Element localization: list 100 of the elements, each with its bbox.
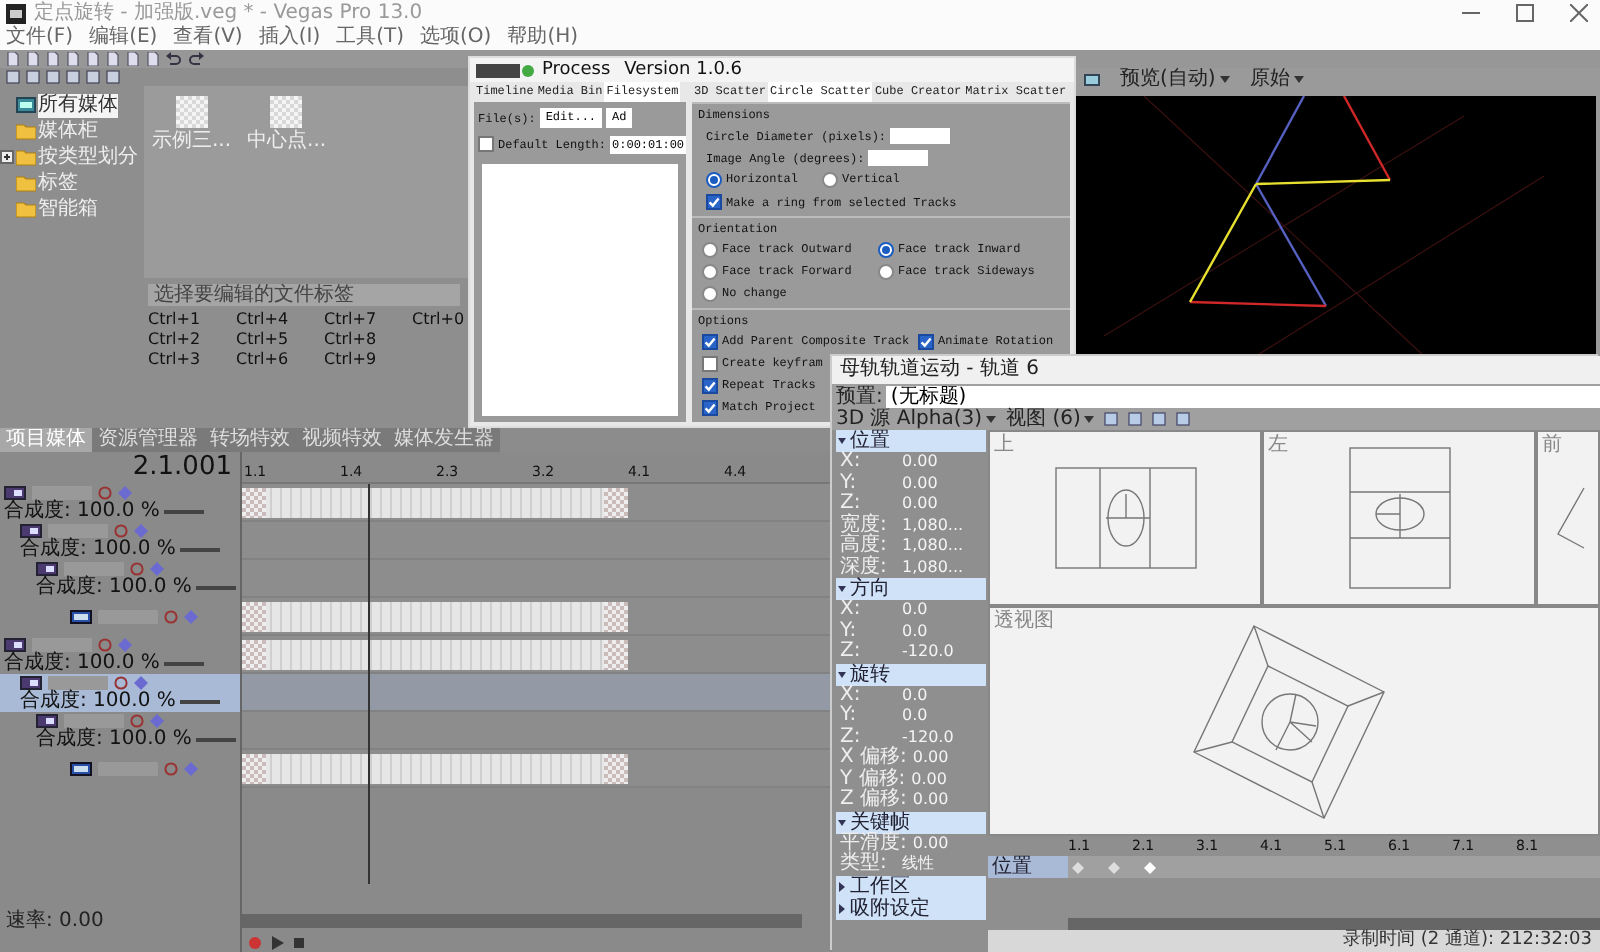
property-label: Z:: [840, 642, 863, 663]
track-header[interactable]: 合成度: 100.0 %: [0, 674, 240, 712]
opacity-label: 合成度: 100.0 %: [20, 538, 176, 560]
menu-item[interactable]: 插入(I): [258, 26, 321, 50]
shortcut-label: Ctrl+0: [412, 310, 467, 330]
track-header[interactable]: 合成度: 100.0 %: [0, 522, 240, 560]
dock-tab[interactable]: 资源管理器: [92, 428, 204, 452]
menu-item[interactable]: 选项(O): [420, 26, 492, 50]
property-label: 类型:: [840, 854, 889, 875]
property-label: Y:: [840, 473, 857, 494]
track-header[interactable]: 合成度: 100.0 %: [0, 484, 240, 522]
viewport[interactable]: 上: [990, 432, 1260, 604]
tree-item[interactable]: 标签: [38, 171, 78, 195]
window-title: 母轨轨道运动 - 轨道 6: [840, 358, 1040, 380]
property-value[interactable]: 0.00: [902, 494, 938, 515]
window-title: 定点旋转 - 加强版.veg * - Vegas Pro 13.0: [34, 1, 423, 25]
preview-quality-dropdown[interactable]: 预览(自动): [1120, 68, 1230, 92]
section-header[interactable]: 工作区: [836, 875, 986, 897]
track-header[interactable]: 合成度: 100.0 %: [0, 712, 240, 750]
tree-item[interactable]: 媒体柜: [38, 119, 98, 143]
preview-size-dropdown[interactable]: 原始: [1249, 68, 1304, 92]
section-header[interactable]: 旋转: [836, 663, 986, 685]
property-value[interactable]: 0.0: [902, 685, 928, 706]
tree-item[interactable]: 智能箱: [38, 197, 98, 221]
property-label: 高度:: [840, 536, 889, 557]
shortcut-label: Ctrl+1: [148, 310, 203, 330]
property-value[interactable]: 0.0: [902, 600, 928, 621]
property-value[interactable]: 1,080...: [902, 557, 964, 578]
property-value[interactable]: 1,080...: [902, 536, 964, 557]
property-value[interactable]: 0.00: [902, 473, 938, 494]
menu-item[interactable]: 帮助(H): [507, 26, 579, 50]
shortcut-label: Ctrl+6: [236, 350, 291, 370]
property-value[interactable]: 0.00: [912, 748, 949, 769]
property-label: 深度:: [840, 557, 889, 578]
viewport[interactable]: 左: [1264, 432, 1534, 604]
viewport-label: 上: [994, 434, 1014, 456]
property-label: 宽度:: [840, 515, 889, 536]
section-header[interactable]: 吸附设定: [836, 897, 986, 919]
section-header[interactable]: 位置: [836, 430, 986, 452]
status-text: 录制时间 (2 通道): 212:32:03: [1342, 930, 1592, 950]
menu-item[interactable]: 文件(F): [6, 26, 74, 50]
opacity-label: 合成度: 100.0 %: [36, 728, 192, 750]
media-name: 中心点...: [247, 130, 327, 152]
shortcut-label: Ctrl+8: [324, 330, 379, 350]
shortcut-label: Ctrl+3: [148, 350, 203, 370]
property-label: 平滑度:: [840, 833, 907, 854]
property-value[interactable]: 0.00: [902, 452, 938, 473]
section-header[interactable]: 关键帧: [836, 811, 986, 833]
tree-item[interactable]: 所有媒体: [38, 93, 118, 117]
property-label: Z 偏移:: [840, 790, 907, 811]
dock-tab[interactable]: 转场特效: [204, 428, 296, 452]
property-value[interactable]: 1,080...: [902, 515, 964, 536]
menu-item[interactable]: 工具(T): [336, 26, 405, 50]
track-header[interactable]: 合成度: 100.0 %: [0, 636, 240, 674]
viewport-label: 前: [1542, 434, 1562, 456]
opacity-label: 合成度: 100.0 %: [4, 500, 160, 522]
window-title: Process: [542, 60, 611, 80]
opacity-label: 合成度: 100.0 %: [20, 690, 176, 712]
view-dropdown[interactable]: 视图 (6): [1006, 408, 1095, 430]
section-header[interactable]: 方向: [836, 578, 986, 600]
source-alpha-dropdown[interactable]: 3D 源 Alpha(3): [836, 408, 997, 430]
viewport[interactable]: 前: [1538, 432, 1598, 604]
preset-field[interactable]: (无标题): [886, 385, 1600, 407]
menu-item[interactable]: 编辑(E): [89, 26, 158, 50]
property-value[interactable]: 线性: [902, 854, 934, 875]
property-label: X:: [840, 685, 861, 706]
opacity-label: 合成度: 100.0 %: [36, 576, 192, 598]
preset-label: 预置:: [836, 383, 883, 408]
keyframe-track-label[interactable]: 位置: [988, 856, 1068, 878]
viewport[interactable]: 透视图: [990, 608, 1598, 834]
property-label: X 偏移:: [840, 748, 907, 769]
property-value[interactable]: 0.00: [911, 769, 947, 790]
property-label: Y:: [840, 706, 859, 727]
property-label: X:: [840, 452, 863, 473]
property-value[interactable]: 0.00: [912, 790, 949, 811]
property-label: Z:: [840, 727, 861, 748]
viewport-label: 左: [1268, 434, 1288, 456]
tree-item[interactable]: 按类型划分: [38, 145, 138, 169]
property-value[interactable]: -120.0: [902, 727, 954, 748]
rate-label: 速率: 0.00: [4, 908, 106, 936]
property-label: Y:: [840, 621, 857, 642]
property-value[interactable]: 0.0: [902, 621, 928, 642]
shortcut-label: Ctrl+5: [236, 330, 291, 350]
shortcut-label: Ctrl+9: [324, 350, 379, 370]
shortcut-label: Ctrl+2: [148, 330, 203, 350]
dock-tab[interactable]: 媒体发生器: [388, 428, 500, 452]
property-label: Z:: [840, 494, 861, 515]
media-name: 示例三...: [152, 130, 232, 152]
property-value[interactable]: 0.00: [912, 833, 949, 854]
menu-item[interactable]: 查看(V): [173, 26, 243, 50]
property-value[interactable]: 0.0: [902, 706, 928, 727]
dock-tab[interactable]: 视频特效: [296, 428, 388, 452]
shortcut-label: Ctrl+4: [236, 310, 291, 330]
timecode: 2.1.001: [130, 452, 234, 484]
opacity-label: 合成度: 100.0 %: [4, 652, 160, 674]
property-label: X:: [840, 600, 863, 621]
shortcut-label: Ctrl+7: [324, 310, 379, 330]
version-label: Version 1.0.6: [624, 60, 743, 80]
property-value[interactable]: -120.0: [902, 642, 954, 663]
track-header[interactable]: 合成度: 100.0 %: [0, 560, 240, 598]
